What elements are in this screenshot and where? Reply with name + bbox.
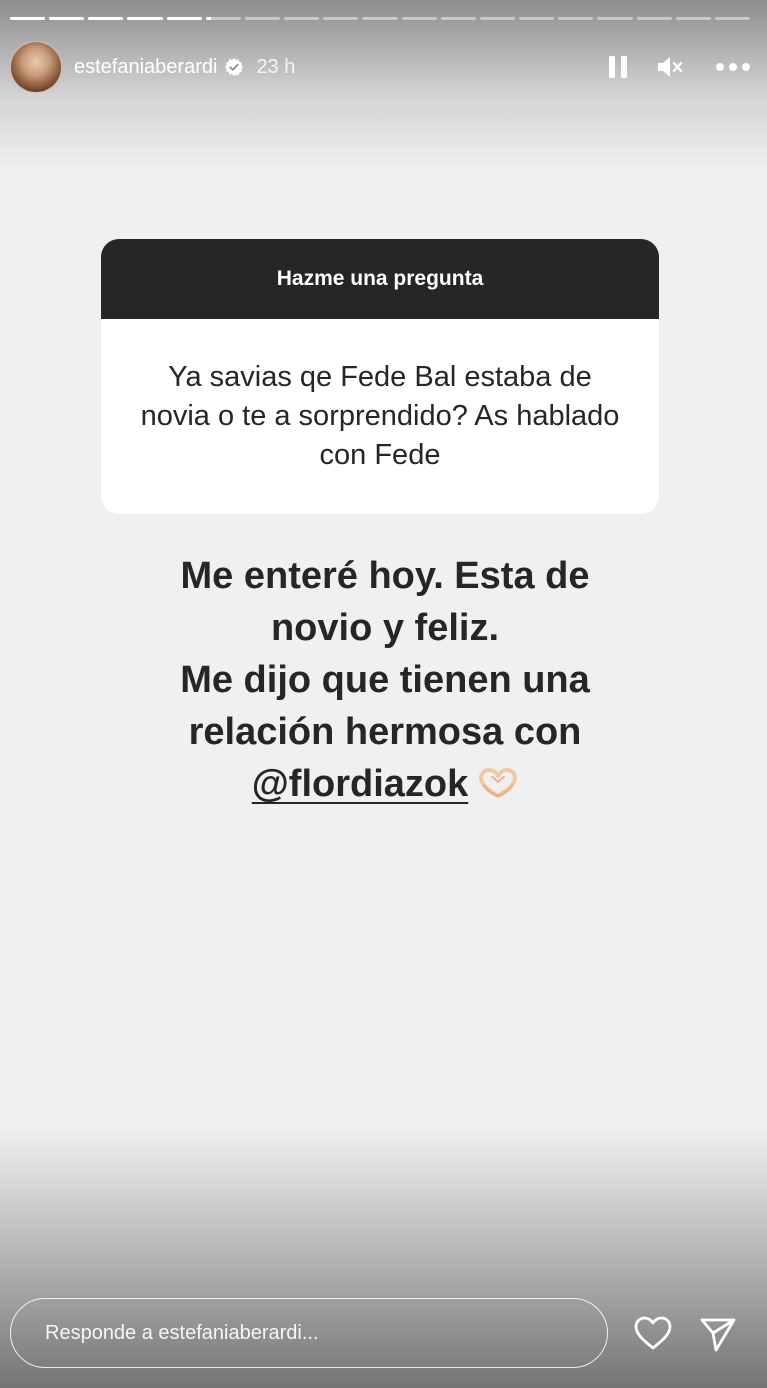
answer-mention-line: @flordiazok [100, 758, 670, 810]
progress-segment-fill [127, 17, 163, 20]
mention-link[interactable]: @flordiazok [252, 763, 469, 805]
heart-icon[interactable] [633, 1314, 673, 1354]
answer-line: novio y feliz. [270, 607, 500, 649]
pause-icon[interactable] [603, 52, 633, 82]
progress-segment [597, 17, 633, 20]
story-viewer[interactable]: estefaniaberardi 23 h Hazme una pregunta… [0, 0, 767, 1388]
verified-badge-icon [224, 57, 244, 77]
story-header: estefaniaberardi 23 h [10, 40, 757, 94]
header-controls [603, 52, 757, 82]
progress-segment [558, 17, 594, 20]
progress-segment-fill [88, 17, 124, 20]
progress-segment [519, 17, 555, 20]
progress-segment [205, 17, 241, 20]
answer-text: Me enteré hoy. Esta de novio y feliz. Me… [100, 550, 670, 810]
progress-segment [362, 17, 398, 20]
post-time: 23 h [256, 55, 296, 78]
progress-segment [127, 17, 163, 20]
progress-segment [166, 17, 202, 20]
progress-segment [284, 17, 320, 20]
progress-segment-fill [10, 17, 46, 20]
mute-icon[interactable] [655, 52, 685, 82]
reply-field[interactable] [10, 1298, 608, 1368]
reply-input[interactable] [43, 1320, 587, 1346]
progress-segment [88, 17, 124, 20]
send-icon[interactable] [698, 1314, 738, 1354]
answer-line: relación hermosa con [188, 711, 582, 753]
progress-segment [714, 17, 750, 20]
story-progress-bar [10, 17, 750, 21]
progress-segment [10, 17, 46, 20]
progress-segment [244, 17, 281, 20]
progress-segment [479, 17, 516, 20]
progress-segment-fill [166, 17, 202, 20]
progress-segment [440, 17, 476, 20]
heart-hands-icon [478, 762, 518, 798]
username[interactable]: estefaniaberardi [74, 56, 217, 79]
question-sticker: Hazme una pregunta Ya savias qe Fede Bal… [101, 239, 659, 514]
progress-segment-fill [49, 17, 85, 20]
progress-segment [675, 17, 711, 20]
answer-line: Me enteré hoy. Esta de [180, 555, 590, 597]
avatar[interactable] [10, 41, 62, 93]
progress-segment-fill [205, 17, 212, 20]
answer-line: Me dijo que tienen una [180, 659, 590, 701]
question-text: Ya savias qe Fede Bal estaba de novia o … [140, 361, 620, 471]
question-sticker-title: Hazme una pregunta [101, 239, 659, 319]
more-icon[interactable] [713, 52, 753, 82]
progress-segment [401, 17, 437, 20]
progress-segment [323, 17, 359, 20]
progress-segment [636, 17, 672, 20]
progress-segment [49, 17, 85, 20]
